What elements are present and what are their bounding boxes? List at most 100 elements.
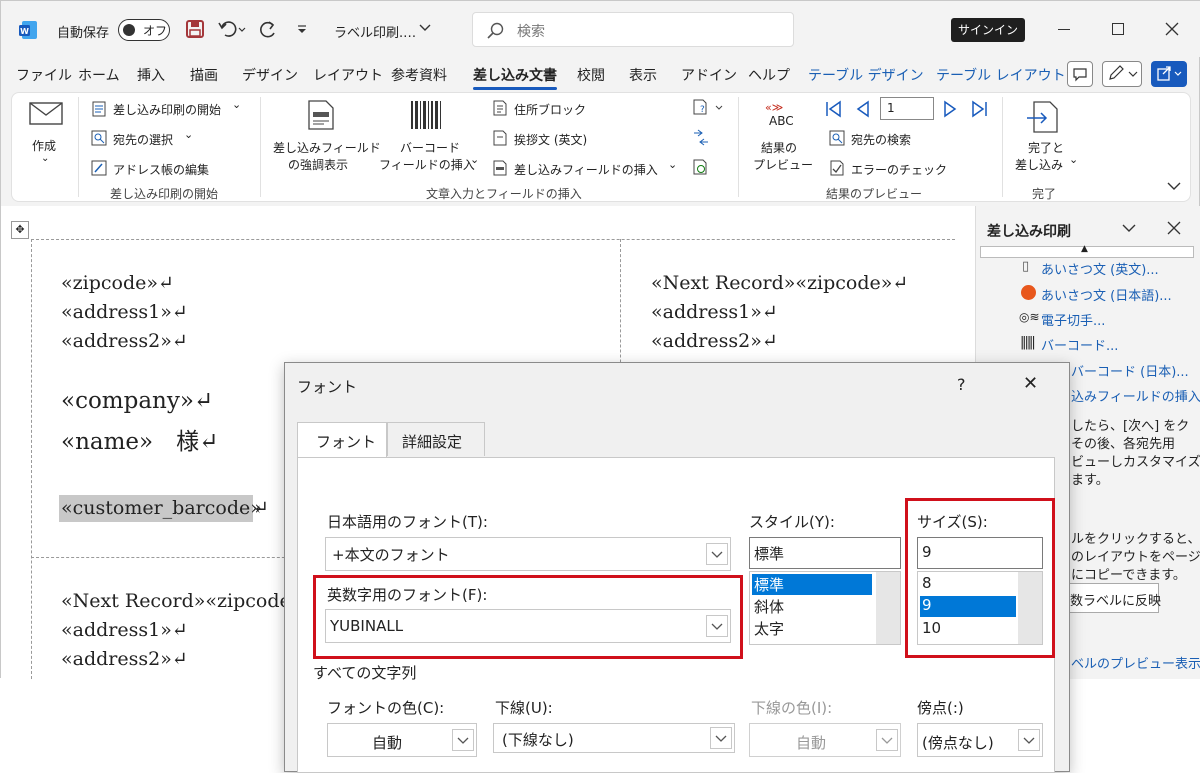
underline-select[interactable]: (下線なし): [493, 723, 735, 753]
chevron-down-icon[interactable]: [452, 729, 474, 751]
size-input[interactable]: 9: [917, 537, 1043, 569]
tab-help[interactable]: ヘルプ: [748, 65, 790, 85]
tab-advanced[interactable]: 詳細設定: [387, 422, 485, 456]
maximize-icon[interactable]: [1112, 23, 1124, 35]
pane-link-greeting-jp[interactable]: あいさつ文 (日本語)...: [1041, 285, 1172, 304]
chevron-down-icon[interactable]: [1018, 729, 1040, 751]
tab-layout[interactable]: レイアウト: [313, 65, 383, 85]
chevron-down-icon[interactable]: [876, 729, 898, 751]
scrollbar[interactable]: [1018, 572, 1042, 644]
emphasis-select[interactable]: (傍点なし): [917, 723, 1043, 757]
style-option[interactable]: 太字: [754, 618, 784, 639]
select-recipients-chevron-icon[interactable]: ⌄: [184, 128, 193, 141]
rules-icon[interactable]: ?: [692, 99, 726, 117]
style-input[interactable]: 標準: [749, 537, 901, 569]
barcode-field-label2[interactable]: フィールドの挿入: [379, 156, 475, 173]
chevron-down-icon[interactable]: [419, 23, 431, 33]
check-errors-button[interactable]: エラーのチェック: [851, 161, 947, 178]
tab-table-layout[interactable]: テーブル レイアウト: [936, 65, 1066, 85]
pane-link-insert-field[interactable]: 込みフィールドの挿入...: [1071, 386, 1200, 405]
greeting-line-button[interactable]: 挨拶文 (英文): [514, 131, 587, 148]
minimize-icon[interactable]: [1058, 29, 1070, 30]
tab-view[interactable]: 表示: [629, 65, 657, 85]
pane-link-preview[interactable]: ベルのプレビュー表示: [1071, 653, 1200, 672]
match-fields-icon[interactable]: [692, 129, 710, 147]
undo-icon[interactable]: [217, 19, 247, 39]
field-address1[interactable]: «address1»↵: [61, 301, 188, 323]
field-address1[interactable]: «address1»↵: [651, 301, 778, 323]
create-button[interactable]: 作成: [32, 137, 56, 154]
pane-link-postage[interactable]: 電子切手...: [1041, 310, 1105, 329]
preview-results-label2[interactable]: プレビュー: [753, 156, 813, 173]
pane-options-chevron-icon[interactable]: [1122, 223, 1136, 233]
pane-link-barcode[interactable]: バーコード...: [1041, 335, 1118, 354]
jp-font-select[interactable]: +本文のフォント: [325, 537, 731, 571]
underline-color-select[interactable]: 自動: [749, 723, 901, 757]
tab-design[interactable]: デザイン: [242, 65, 298, 85]
tab-addins[interactable]: アドイン: [681, 65, 737, 85]
first-record-icon[interactable]: [825, 100, 843, 118]
table-move-handle-icon[interactable]: ✥: [11, 221, 29, 239]
select-recipients-button[interactable]: 宛先の選択: [113, 131, 173, 148]
field-address2[interactable]: «address2»↵: [61, 648, 188, 670]
tab-insert[interactable]: 挿入: [137, 65, 165, 85]
en-font-select[interactable]: YUBINALL: [325, 609, 731, 643]
finish-merge-label1[interactable]: 完了と: [1028, 139, 1064, 156]
insert-field-chevron-icon[interactable]: ⌄: [668, 158, 677, 171]
highlight-fields-label2[interactable]: の強調表示: [288, 156, 348, 173]
tab-home[interactable]: ホーム: [78, 65, 120, 85]
finish-chevron-icon[interactable]: ⌄: [1069, 153, 1078, 166]
tab-review[interactable]: 校閲: [577, 65, 605, 85]
style-option[interactable]: 斜体: [754, 596, 784, 617]
pane-link-greeting-en[interactable]: あいさつ文 (英文)...: [1041, 259, 1159, 278]
chevron-down-icon[interactable]: [706, 615, 728, 637]
autosave-toggle[interactable]: オフ: [118, 19, 170, 41]
dialog-close-icon[interactable]: ✕: [1023, 373, 1038, 394]
field-address2[interactable]: «address2»↵: [651, 330, 778, 352]
field-zipcode[interactable]: «zipcode»↵: [61, 272, 174, 294]
chevron-down-icon[interactable]: [706, 543, 728, 565]
finish-merge-label2[interactable]: 差し込み: [1015, 156, 1063, 173]
address-block-button[interactable]: 住所ブロック: [514, 101, 586, 118]
previous-record-icon[interactable]: [855, 100, 871, 118]
field-company[interactable]: «company»↵: [61, 388, 213, 414]
tab-references[interactable]: 参考資料: [391, 65, 447, 85]
last-record-icon[interactable]: [970, 100, 988, 118]
style-list[interactable]: 標準 斜体 太字: [749, 571, 901, 645]
collapse-ribbon-icon[interactable]: [1167, 181, 1181, 191]
field-name[interactable]: «name» 様↵: [61, 422, 218, 456]
help-icon[interactable]: ?: [957, 375, 966, 394]
create-chevron-icon[interactable]: ⌄: [41, 153, 49, 164]
field-address1[interactable]: «address1»↵: [61, 619, 188, 641]
size-list[interactable]: 8 9 10: [917, 571, 1043, 645]
tab-mailings[interactable]: 差し込み文書: [473, 65, 557, 85]
share-icon[interactable]: [1151, 61, 1187, 87]
start-mail-merge-button[interactable]: 差し込み印刷の開始: [113, 101, 221, 118]
pane-scroll-up[interactable]: ▲: [980, 244, 1194, 258]
tab-file[interactable]: ファイル: [16, 65, 72, 85]
pane-link-barcode-jp[interactable]: バーコード (日本)...: [1071, 361, 1189, 380]
scrollbar[interactable]: [876, 572, 900, 644]
comments-icon[interactable]: [1067, 61, 1093, 87]
field-address2[interactable]: «address2»↵: [61, 330, 188, 352]
size-option[interactable]: 9: [922, 596, 932, 614]
pane-close-icon[interactable]: [1167, 221, 1181, 235]
search-input[interactable]: 検索: [472, 12, 794, 47]
next-record-icon[interactable]: [942, 100, 958, 118]
style-option[interactable]: 標準: [754, 574, 784, 595]
find-recipient-button[interactable]: 宛先の検索: [851, 131, 911, 148]
insert-merge-field-button[interactable]: 差し込みフィールドの挿入: [514, 161, 658, 178]
customize-quick-access-icon[interactable]: [296, 25, 308, 35]
field-customer-barcode[interactable]: «customer_barcode»: [61, 497, 262, 519]
field-next-record-zipcode[interactable]: «Next Record»«zipcode»↵: [651, 272, 908, 294]
tab-table-design[interactable]: テーブル デザイン: [808, 65, 924, 85]
chevron-down-icon[interactable]: [710, 727, 732, 749]
tab-font[interactable]: フォント: [297, 422, 387, 458]
update-labels-button[interactable]: 数ラベルに反映: [1061, 583, 1161, 613]
font-color-select[interactable]: 自動: [327, 723, 477, 757]
size-option[interactable]: 10: [922, 619, 941, 637]
barcode-field-label1[interactable]: バーコード: [400, 139, 460, 156]
signin-button[interactable]: サインイン: [951, 18, 1025, 42]
tab-draw[interactable]: 描画: [190, 65, 218, 85]
size-option[interactable]: 8: [922, 574, 932, 592]
